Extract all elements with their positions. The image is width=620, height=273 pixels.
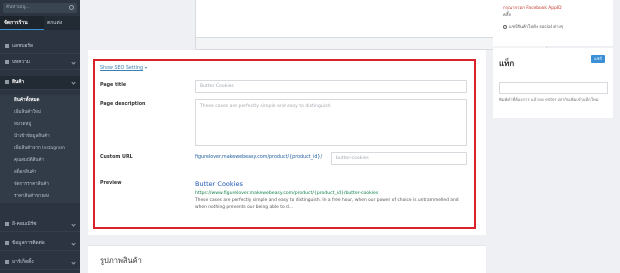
dashboard-icon [5, 43, 9, 48]
preview-description: These cases are perfectly simple and eas… [195, 198, 459, 210]
custom-url-label: Custom URL [100, 155, 133, 160]
chevron-down-icon [71, 80, 76, 85]
facebook-appid-notice: กรุณากรอก Facebook AppID [503, 6, 562, 11]
url-prefix: figurelover.makewebeasy.com/product/{pro… [195, 155, 323, 160]
product-images-title: รูปภาพสินค้า [100, 256, 142, 265]
right-panel: กรุณากรอก Facebook AppID คลิ๊ก แชร์สินค้… [487, 0, 620, 273]
sidebar-item-categories[interactable]: หมวดหมู่ [0, 119, 80, 131]
preview-url: https://www.figurelover.makewebeasy.com/… [195, 191, 379, 196]
chevron-down-icon [71, 241, 76, 246]
page-title-label: Page title [100, 83, 127, 88]
preview-title: Butter Cookies [195, 180, 243, 188]
marketing-icon [5, 259, 9, 264]
share-button[interactable]: แชร์ [591, 55, 605, 63]
seo-settings-panel: Show SEO Setting Page title Butter Cooki… [93, 59, 476, 229]
tag-input[interactable] [499, 82, 608, 94]
show-seo-toggle[interactable]: Show SEO Setting [100, 66, 148, 71]
tag-help-text: พิมพ์คำที่ต้องการ แล้วกด enter เท่ากับเพ… [499, 97, 599, 102]
sidebar-item-attributes[interactable]: คุณสมบัติสินค้า [0, 155, 80, 167]
product-images-card: รูปภาพสินค้า [88, 245, 486, 273]
sidebar-item-all-products[interactable]: สินค้าทั้งหมด [0, 95, 80, 107]
products-icon [5, 79, 9, 84]
chevron-down-icon [71, 222, 76, 227]
social-share-row: แชร์สินค้าไปยัง social ต่างๆ [503, 23, 563, 30]
sidebar-item-products[interactable]: สินค้า [0, 76, 80, 90]
sidebar-item-add-product[interactable]: เพิ่มสินค้าใหม่ [0, 107, 80, 119]
page-description-label: Page description [100, 102, 146, 107]
sidebar-item-marketing[interactable]: มาร์เก็ตติ้ง [0, 256, 80, 270]
sidebar-item-wholesale[interactable]: ราคาสินค้าขายส่ง [0, 191, 80, 203]
search-icon [69, 5, 74, 10]
sidebar-item-dashboard[interactable]: แดชบอร์ด [0, 40, 80, 54]
sidebar-tabs: จัดการร้าน ตกแต่ง [0, 16, 80, 30]
sidebar-item-contact[interactable]: ข้อมูลการติดต่อ [0, 237, 80, 251]
tab-manage-store[interactable]: จัดการร้าน [0, 16, 44, 30]
tags-title: แท็ก [499, 59, 515, 68]
menu-search-input[interactable]: ค้นหาเมนู... [3, 3, 77, 13]
sidebar-item-pricing[interactable]: จัดการราคาสินค้า [0, 179, 80, 191]
share-card: กรุณากรอก Facebook AppID คลิ๊ก แชร์สินค้… [493, 0, 613, 46]
facebook-appid-link[interactable]: คลิ๊ก [503, 11, 511, 18]
chevron-down-icon [71, 260, 76, 265]
sidebar-item-import[interactable]: นำเข้าข้อมูลสินค้า [0, 131, 80, 143]
caret-down-icon [145, 66, 148, 69]
page-title-input[interactable]: Butter Cookies [195, 80, 467, 93]
sidebar: ค้นหาเมนู... จัดการร้าน ตกแต่ง แดชบอร์ด … [0, 0, 80, 273]
cart-icon [5, 221, 9, 226]
articles-icon [5, 59, 9, 64]
chevron-down-icon [71, 60, 76, 65]
custom-url-input[interactable]: butter-cookies [331, 152, 467, 165]
sidebar-item-stock[interactable]: สต็อกสินค้า [0, 167, 80, 179]
search-placeholder: ค้นหาเมนู... [6, 5, 30, 10]
share-icon [503, 24, 507, 29]
tab-design[interactable]: ตกแต่ง [44, 16, 80, 30]
page-description-textarea[interactable]: These cases are perfectly simple and eas… [195, 99, 467, 146]
sidebar-item-articles[interactable]: บทความ [0, 56, 80, 70]
sidebar-item-instagram[interactable]: เพิ่มสินค้าจาก Instagram [0, 143, 80, 155]
sidebar-item-ecommerce[interactable]: อี-คอมเมิร์ซ [0, 218, 80, 232]
contact-icon [5, 240, 9, 245]
preview-label: Preview [100, 181, 122, 186]
